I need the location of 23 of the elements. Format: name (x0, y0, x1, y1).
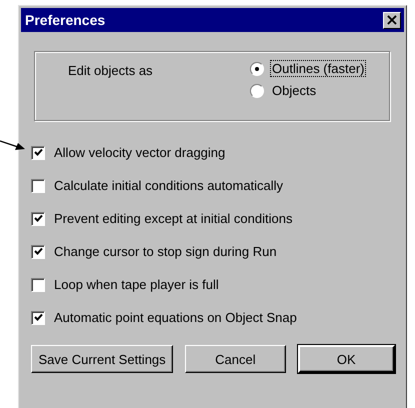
checkbox-label: Change cursor to stop sign during Run (54, 244, 277, 259)
dialog-button[interactable]: OK (298, 345, 395, 373)
radio-button[interactable] (250, 62, 264, 76)
checkbox[interactable] (31, 278, 45, 292)
checkbox-label: Loop when tape player is full (54, 277, 219, 292)
close-button[interactable]: × (383, 12, 401, 28)
checkbox[interactable] (31, 310, 45, 324)
dialog-button[interactable]: Save Current Settings (31, 345, 174, 373)
checkbox-label: Allow velocity vector dragging (54, 145, 226, 160)
radio-button[interactable] (250, 84, 264, 98)
checkbox[interactable] (31, 244, 45, 258)
radio-label: Outlines (faster) (270, 60, 366, 77)
annotation-arrow (0, 139, 26, 153)
window-title: Preferences (25, 12, 106, 28)
checkbox-label: Automatic point equations on Object Snap (54, 310, 297, 325)
checkbox[interactable] (31, 212, 45, 226)
checkbox[interactable] (31, 178, 45, 192)
dialog-button[interactable]: Cancel (185, 345, 286, 373)
edit-mode-label: Edit objects as (68, 63, 154, 78)
checkbox-label: Prevent editing except at initial conditions (54, 211, 292, 226)
checkbox-label: Calculate initial conditions automatically (54, 178, 284, 193)
radio-label: Objects (271, 82, 318, 99)
checkbox[interactable] (31, 146, 45, 160)
